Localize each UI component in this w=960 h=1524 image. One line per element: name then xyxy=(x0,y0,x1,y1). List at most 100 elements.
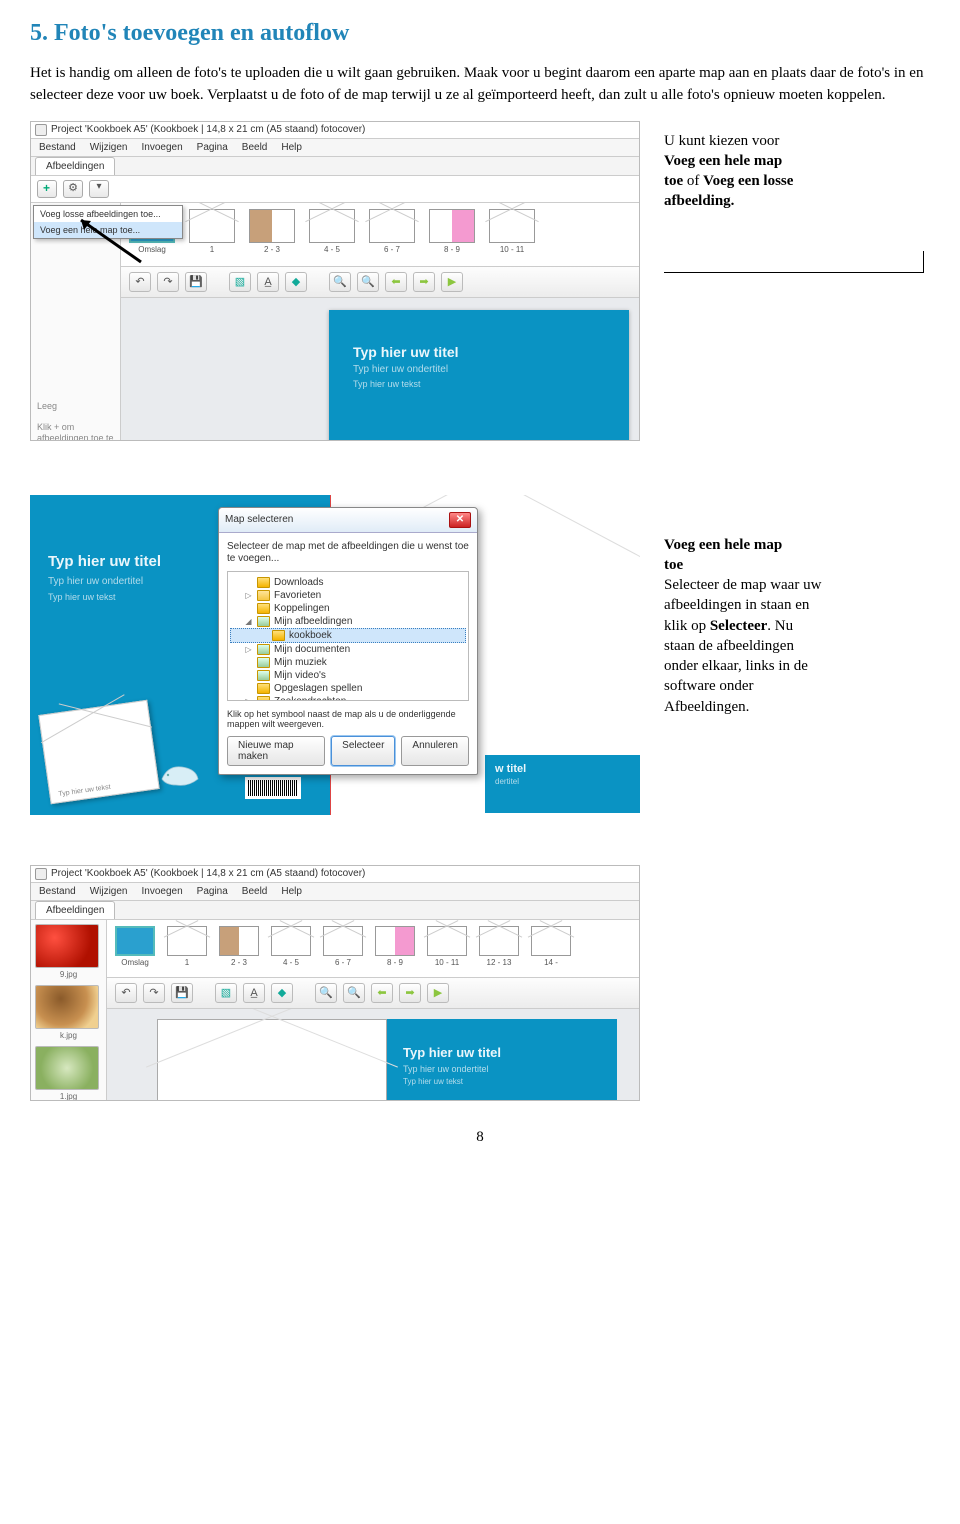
shape-icon[interactable]: ◆ xyxy=(285,272,307,292)
canvas: Typ hier uw titel Typ hier uw ondertitel… xyxy=(107,1009,639,1101)
thumb-23[interactable] xyxy=(249,209,295,243)
thumb-89[interactable] xyxy=(429,209,475,243)
thumb-1011[interactable] xyxy=(489,209,535,243)
dropdown-icon[interactable] xyxy=(89,180,109,198)
menu-invoegen[interactable]: Invoegen xyxy=(142,142,183,153)
thumb-14[interactable] xyxy=(531,926,571,956)
editor-toolbar: ↶ ↷ 💾 ▧ A̲ ◆ 🔍 🔍 xyxy=(121,267,639,298)
next-icon[interactable] xyxy=(413,272,435,292)
prev-icon[interactable] xyxy=(385,272,407,292)
folder-dialog: Map selecteren ✕ Selecteer de map met de… xyxy=(218,507,478,776)
text-icon[interactable]: A̲ xyxy=(257,272,279,292)
dropdown-opt-loose[interactable]: Voeg losse afbeeldingen toe... xyxy=(34,206,182,222)
page-strip: Omslag 1 2 - 3 4 - 5 6 - 7 8 - 9 10 - 11… xyxy=(107,920,639,978)
shape-icon[interactable]: ◆ xyxy=(271,983,293,1003)
close-icon[interactable]: ✕ xyxy=(449,512,471,528)
menu-beeld[interactable]: Beeld xyxy=(242,886,268,897)
dropdown-opt-map[interactable]: Voeg een hele map toe... xyxy=(34,222,182,238)
addpage-icon[interactable]: ▧ xyxy=(215,983,237,1003)
addpage-icon[interactable]: ▧ xyxy=(229,272,251,292)
subtitle-placeholder[interactable]: Typ hier uw ondertitel xyxy=(353,364,629,375)
menu-help[interactable]: Help xyxy=(281,142,302,153)
thumb-67[interactable] xyxy=(369,209,415,243)
thumb-45[interactable] xyxy=(271,926,311,956)
thumb-1011[interactable] xyxy=(427,926,467,956)
menu-pagina[interactable]: Pagina xyxy=(197,886,228,897)
sidebar-toolbar xyxy=(31,176,639,203)
window-titlebar: Project 'Kookboek A5' (Kookboek | 14,8 x… xyxy=(31,866,639,883)
images-sidebar: Voeg losse afbeeldingen toe... Voeg een … xyxy=(31,203,121,441)
menubar: Bestand Wijzigen Invoegen Pagina Beeld H… xyxy=(31,139,639,157)
main-area: Omslag 1 2 - 3 4 - 5 6 - 7 8 - 9 10 - 11… xyxy=(121,203,639,441)
thumb-1213[interactable] xyxy=(479,926,519,956)
thumb-23[interactable] xyxy=(219,926,259,956)
cancel-button[interactable]: Annuleren xyxy=(401,736,469,766)
dialog-title: Map selecteren xyxy=(225,514,293,525)
image-thumb[interactable] xyxy=(35,924,99,968)
image-thumb[interactable] xyxy=(35,985,99,1029)
image-thumb[interactable] xyxy=(35,1046,99,1090)
text-icon[interactable]: A̲ xyxy=(243,983,265,1003)
left-page[interactable] xyxy=(157,1019,387,1101)
canvas: Typ hier uw titel Typ hier uw ondertitel… xyxy=(121,298,639,441)
next-icon[interactable] xyxy=(399,983,421,1003)
zoomin-icon[interactable]: 🔍 xyxy=(343,983,365,1003)
thumb-omslag[interactable] xyxy=(115,926,155,956)
subtitle-placeholder[interactable]: Typ hier uw ondertitel xyxy=(403,1064,617,1074)
dialog-titlebar: Map selecteren ✕ xyxy=(219,508,477,533)
barcode xyxy=(245,777,301,799)
thumb-label: 1.jpg xyxy=(35,1092,102,1101)
section-heading: 5. Foto's toevoegen en autoflow xyxy=(30,20,930,47)
menu-bestand[interactable]: Bestand xyxy=(39,886,76,897)
page-strip: Omslag 1 2 - 3 4 - 5 6 - 7 8 - 9 10 - 11 xyxy=(121,203,639,267)
zoomin-icon[interactable]: 🔍 xyxy=(357,272,379,292)
save-icon[interactable]: 💾 xyxy=(185,272,207,292)
menu-pagina[interactable]: Pagina xyxy=(197,142,228,153)
zoomout-icon[interactable]: 🔍 xyxy=(329,272,351,292)
menu-wijzigen[interactable]: Wijzigen xyxy=(90,886,128,897)
menu-bestand[interactable]: Bestand xyxy=(39,142,76,153)
thumb-1[interactable] xyxy=(167,926,207,956)
thumb-1[interactable] xyxy=(189,209,235,243)
thumb-89[interactable] xyxy=(375,926,415,956)
save-icon[interactable]: 💾 xyxy=(171,983,193,1003)
prev-icon[interactable] xyxy=(371,983,393,1003)
cover-page[interactable]: Typ hier uw titel Typ hier uw ondertitel… xyxy=(329,310,629,441)
photo-frame[interactable]: Typ hier uw tekst xyxy=(38,699,159,803)
body-placeholder[interactable]: Typ hier uw tekst xyxy=(353,379,629,389)
gear-icon[interactable] xyxy=(63,180,83,198)
redo-icon[interactable]: ↷ xyxy=(143,983,165,1003)
zoomout-icon[interactable]: 🔍 xyxy=(315,983,337,1003)
undo-icon[interactable]: ↶ xyxy=(129,272,151,292)
dialog-instruction: Selecteer de map met de afbeeldingen die… xyxy=(227,541,469,565)
menu-beeld[interactable]: Beeld xyxy=(242,142,268,153)
thumb-label: k.jpg xyxy=(35,1031,102,1040)
window-title: Project 'Kookboek A5' (Kookboek | 14,8 x… xyxy=(51,868,365,879)
tab-afbeeldingen[interactable]: Afbeeldingen xyxy=(35,157,115,175)
thumb-67[interactable] xyxy=(323,926,363,956)
title-placeholder[interactable]: Typ hier uw titel xyxy=(403,1045,617,1060)
tab-afbeeldingen[interactable]: Afbeeldingen xyxy=(35,901,115,919)
body-placeholder[interactable]: Typ hier uw tekst xyxy=(403,1077,617,1086)
right-page[interactable]: Typ hier uw titel Typ hier uw ondertitel… xyxy=(387,1019,617,1101)
new-folder-button[interactable]: Nieuwe map maken xyxy=(227,736,325,766)
add-icon[interactable] xyxy=(37,180,57,198)
screenshot-3: Project 'Kookboek A5' (Kookboek | 14,8 x… xyxy=(30,865,640,1101)
menubar: Bestand Wijzigen Invoegen Pagina Beeld H… xyxy=(31,883,639,901)
title-placeholder[interactable]: Typ hier uw titel xyxy=(353,344,629,360)
select-button[interactable]: Selecteer xyxy=(331,736,395,766)
play-icon[interactable] xyxy=(427,983,449,1003)
app-icon xyxy=(35,868,47,880)
menu-help[interactable]: Help xyxy=(281,886,302,897)
undo-icon[interactable]: ↶ xyxy=(115,983,137,1003)
tree-item-kookboek[interactable]: kookboek xyxy=(230,628,466,643)
menu-invoegen[interactable]: Invoegen xyxy=(142,886,183,897)
menu-wijzigen[interactable]: Wijzigen xyxy=(90,142,128,153)
back-title-block[interactable]: w titel dertitel xyxy=(485,755,640,813)
redo-icon[interactable]: ↷ xyxy=(157,272,179,292)
folder-tree[interactable]: Downloads ▷Favorieten Koppelingen ◢Mijn … xyxy=(227,571,469,701)
play-icon[interactable] xyxy=(441,272,463,292)
thumb-label: 9.jpg xyxy=(35,970,102,979)
thumb-45[interactable] xyxy=(309,209,355,243)
caption-1: U kunt kiezen voor Voeg een hele maptoe … xyxy=(664,131,930,212)
